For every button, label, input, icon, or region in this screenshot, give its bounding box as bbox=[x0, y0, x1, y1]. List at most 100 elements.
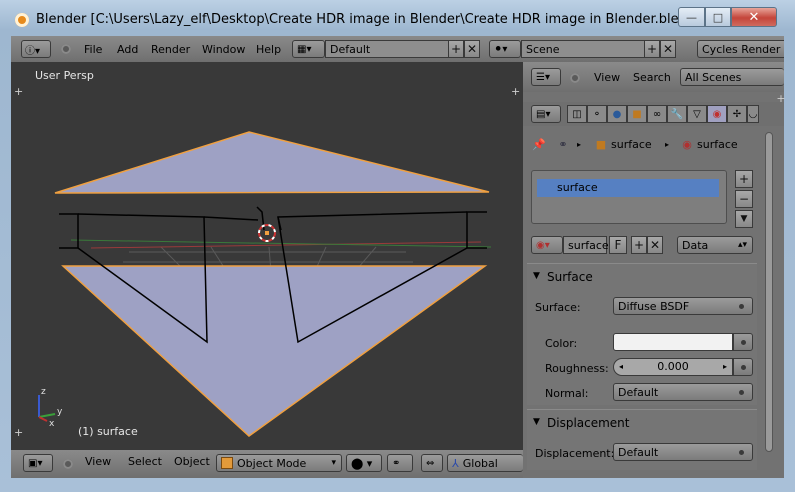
normal-input-select[interactable]: Default bbox=[613, 383, 753, 401]
window-title: Blender [C:\Users\Lazy_elf\Desktop\Creat… bbox=[36, 12, 701, 27]
properties-toggle-icon: + bbox=[511, 85, 520, 98]
manipulator-toggle-icon[interactable]: ⇔ bbox=[421, 454, 443, 472]
blender-logo-icon bbox=[15, 13, 29, 27]
constraints-tab-icon[interactable]: ∞ bbox=[647, 105, 667, 123]
slider-right-arrow-icon[interactable]: ▸ bbox=[723, 359, 727, 375]
world-tab-icon[interactable]: ● bbox=[607, 105, 627, 123]
scene-icon[interactable]: ⚫▾ bbox=[489, 40, 521, 58]
3d-view-header: ▣▾ View Select Object Object Mode ▾ ⬤ ▾ … bbox=[11, 450, 523, 478]
material-slot-item[interactable]: surface bbox=[537, 179, 719, 197]
menu-window[interactable]: Window bbox=[202, 43, 245, 56]
add-slot-button[interactable]: + bbox=[735, 170, 753, 188]
remove-scene-button[interactable]: ✕ bbox=[660, 40, 676, 58]
displacement-panel-title[interactable]: Displacement bbox=[547, 416, 630, 430]
editor-type-3dview-icon[interactable]: ▣▾ bbox=[23, 454, 53, 472]
maximize-button[interactable]: □ bbox=[705, 7, 731, 27]
material-link-label: Data bbox=[682, 238, 709, 252]
render-tab-icon[interactable]: ◫ bbox=[567, 105, 587, 123]
surface-panel: ▼ Surface Surface: Diffuse BSDF Color: R… bbox=[527, 263, 757, 405]
menu-search[interactable]: Search bbox=[633, 71, 671, 84]
browse-material-icon[interactable]: ◉▾ bbox=[531, 236, 563, 254]
slot-specials-icon[interactable]: ▼ bbox=[735, 210, 753, 228]
slider-left-arrow-icon[interactable]: ◂ bbox=[619, 359, 623, 375]
color-socket-button[interactable] bbox=[733, 333, 753, 351]
displacement-input-select[interactable]: Default bbox=[613, 443, 753, 461]
menu-view[interactable]: View bbox=[594, 71, 620, 84]
properties-editor: ☰▾ View Search All Scenes + ▤▾ ◫ ⚬ ● ■ ∞… bbox=[523, 62, 786, 478]
viewport-shading-select[interactable]: ⬤ ▾ bbox=[346, 454, 382, 472]
surface-label: Surface: bbox=[535, 301, 581, 314]
menu-object[interactable]: Object bbox=[174, 455, 210, 468]
properties-tab-bar: ▤▾ ◫ ⚬ ● ■ ∞ 🔧 ▽ ◉ ✢ ◡ bbox=[523, 102, 784, 126]
normal-value: Default bbox=[618, 385, 659, 399]
window-controls: — □ ✕ bbox=[678, 7, 780, 27]
unlink-material-button[interactable]: ✕ bbox=[647, 236, 663, 254]
toolshelf-toggle-bottom-icon: + bbox=[14, 426, 23, 439]
render-engine-select[interactable]: Cycles Render bbox=[697, 40, 784, 58]
axis-z-label: z bbox=[41, 387, 46, 397]
outliner-display-mode-select[interactable]: All Scenes bbox=[680, 68, 784, 86]
info-header: ⓘ▾ File Add Render Window Help ▦▾ Defaul… bbox=[11, 36, 784, 62]
breadcrumb: 📌 ⚭ ▸ ■ surface ▸ ◉ surface bbox=[523, 136, 763, 154]
material-link-select[interactable]: Data ▴▾ bbox=[677, 236, 753, 254]
physics-tab-icon[interactable]: ◡ bbox=[747, 105, 759, 123]
remove-screen-button[interactable]: ✕ bbox=[464, 40, 480, 58]
close-button[interactable]: ✕ bbox=[731, 7, 777, 27]
editor-type-info-icon[interactable]: ⓘ▾ bbox=[21, 40, 51, 58]
screen-name-field[interactable]: Default bbox=[325, 40, 449, 58]
remove-slot-button[interactable]: − bbox=[735, 190, 753, 208]
orientation-label: Global bbox=[462, 456, 498, 470]
render-layers-tab-icon[interactable]: ⚬ bbox=[587, 105, 607, 123]
collapse-menu-icon[interactable] bbox=[61, 44, 71, 54]
scene-name-field[interactable]: Scene bbox=[521, 40, 645, 58]
active-object-label: (1) surface bbox=[78, 425, 138, 438]
data-tab-icon[interactable]: ▽ bbox=[687, 105, 707, 123]
particles-tab-icon[interactable]: ✢ bbox=[727, 105, 747, 123]
displacement-value: Default bbox=[618, 445, 659, 459]
material-name-field[interactable]: surface bbox=[563, 236, 609, 254]
bottom-plane-mesh bbox=[61, 265, 488, 437]
displacement-panel: ▼ Displacement Displacement: Default bbox=[527, 409, 757, 470]
material-tab-icon[interactable]: ◉ bbox=[707, 105, 727, 123]
socket-dot-icon bbox=[739, 390, 744, 395]
transform-orientation-select[interactable]: ⅄ Global bbox=[447, 454, 523, 472]
object-tab-icon[interactable]: ■ bbox=[627, 105, 647, 123]
context-tabs: ◫ ⚬ ● ■ ∞ 🔧 ▽ ◉ ✢ ◡ bbox=[567, 105, 759, 123]
fake-user-button[interactable]: F bbox=[609, 236, 627, 254]
editor-type-properties-icon[interactable]: ▤▾ bbox=[531, 105, 561, 123]
menu-help[interactable]: Help bbox=[256, 43, 281, 56]
menu-render[interactable]: Render bbox=[151, 43, 190, 56]
menu-add[interactable]: Add bbox=[117, 43, 138, 56]
axis-x-label: x bbox=[49, 419, 55, 429]
modifiers-tab-icon[interactable]: 🔧 bbox=[667, 105, 687, 123]
roughness-socket-button[interactable] bbox=[733, 358, 753, 376]
menu-view[interactable]: View bbox=[85, 455, 111, 468]
displacement-panel-toggle-icon[interactable]: ▼ bbox=[533, 417, 540, 427]
breadcrumb-arrow-icon: ▸ bbox=[576, 139, 581, 149]
surface-panel-toggle-icon[interactable]: ▼ bbox=[533, 271, 540, 281]
pivot-point-select[interactable]: ⚭ bbox=[387, 454, 413, 472]
material-slot-list[interactable]: surface bbox=[531, 170, 727, 224]
editor-type-outliner-icon[interactable]: ☰▾ bbox=[531, 68, 561, 86]
surface-shader-select[interactable]: Diffuse BSDF bbox=[613, 297, 753, 315]
menu-file[interactable]: File bbox=[84, 43, 102, 56]
color-swatch[interactable] bbox=[613, 333, 733, 351]
new-material-button[interactable]: + bbox=[631, 236, 647, 254]
socket-dot-icon bbox=[741, 340, 746, 345]
collapse-menu-icon[interactable] bbox=[570, 73, 580, 83]
properties-scrollbar[interactable] bbox=[765, 132, 773, 452]
pin-icon[interactable]: 📌 bbox=[531, 136, 547, 152]
menu-select[interactable]: Select bbox=[128, 455, 162, 468]
collapse-menu-icon[interactable] bbox=[63, 459, 73, 469]
3d-viewport[interactable]: User Persp z y x + + + (1) surface bbox=[11, 62, 523, 450]
surface-panel-title[interactable]: Surface bbox=[547, 270, 593, 284]
minimize-button[interactable]: — bbox=[678, 7, 705, 27]
orientation-gizmo-icon: ⅄ bbox=[452, 456, 459, 470]
interaction-mode-select[interactable]: Object Mode ▾ bbox=[216, 454, 342, 472]
roughness-slider[interactable]: ◂ 0.000 ▸ bbox=[613, 358, 733, 376]
add-screen-button[interactable]: + bbox=[448, 40, 464, 58]
screen-layout-icon[interactable]: ▦▾ bbox=[292, 40, 325, 58]
socket-dot-icon bbox=[739, 450, 744, 455]
title-bar[interactable]: Blender [C:\Users\Lazy_elf\Desktop\Creat… bbox=[0, 0, 795, 36]
add-scene-button[interactable]: + bbox=[644, 40, 660, 58]
